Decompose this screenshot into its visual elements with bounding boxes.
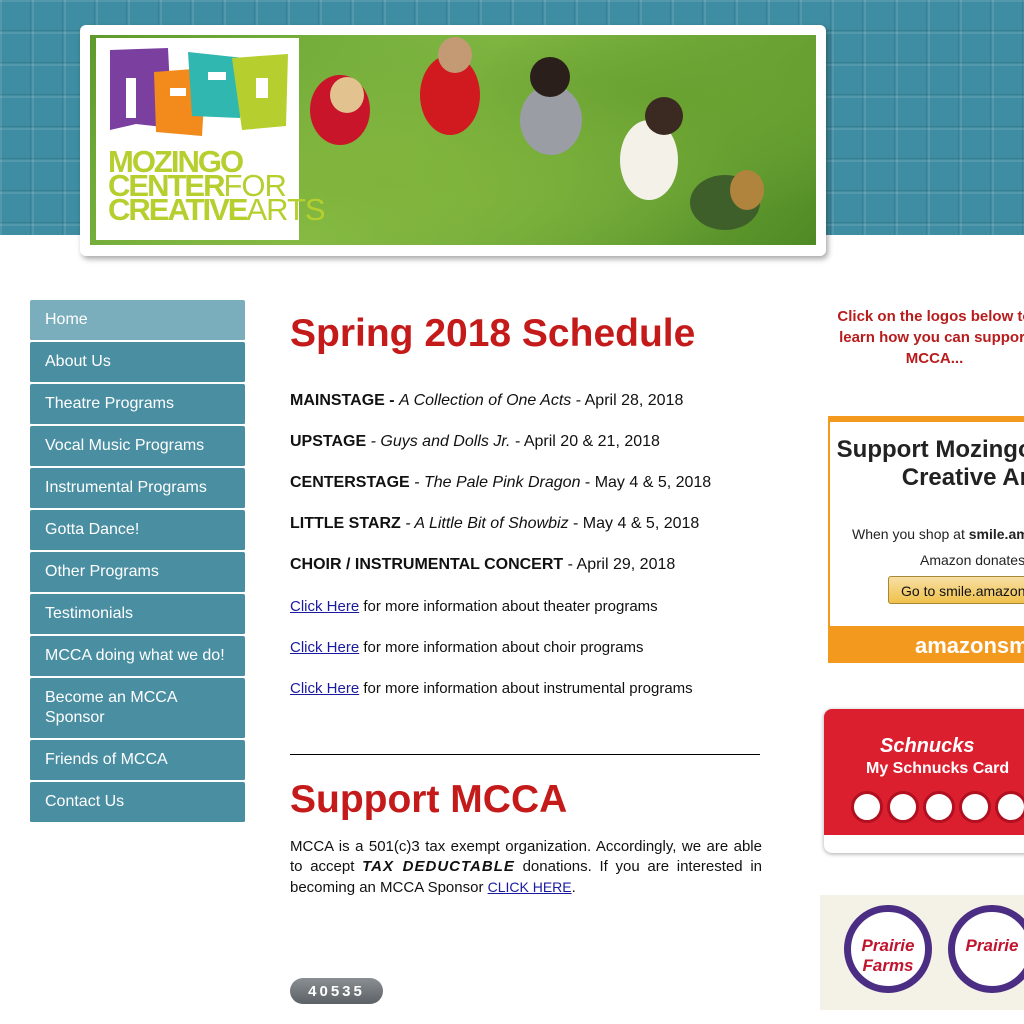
logo-line-3: CREATIVEARTS bbox=[108, 194, 326, 225]
amazon-sub-bold: smile.amazon.com, bbox=[968, 526, 1024, 542]
meat-icon bbox=[995, 791, 1024, 823]
amazon-banner-subtext-2: Amazon donates. bbox=[920, 552, 1024, 568]
info-line-choir: Click Here for more information about ch… bbox=[290, 639, 643, 656]
nav-item-become-sponsor[interactable]: Become an MCCA Sponsor bbox=[30, 678, 245, 739]
support-logos-note: Click on the logos below to learn how yo… bbox=[837, 308, 1024, 367]
prairie-farms-cap-icon: Prairie Farms bbox=[844, 905, 932, 993]
nav-item-other-programs[interactable]: Other Programs bbox=[30, 552, 245, 593]
mcca-logo-mark-icon bbox=[110, 48, 288, 136]
amazon-top-bar bbox=[830, 418, 1024, 422]
schedule-item-upstage: UPSTAGE - Guys and Dolls Jr. - April 20 … bbox=[290, 433, 660, 451]
amazon-smile-banner[interactable]: Support Mozingo Center Creative Arts Whe… bbox=[828, 416, 1024, 663]
nav-item-mcca-doing[interactable]: MCCA doing what we do! bbox=[30, 636, 245, 677]
schedule-label: LITTLE STARZ bbox=[290, 515, 401, 532]
info-text: for more information about choir program… bbox=[359, 639, 644, 656]
schedule-date: - May 4 & 5, 2018 bbox=[568, 515, 700, 532]
nav-item-gotta-dance[interactable]: Gotta Dance! bbox=[30, 510, 245, 551]
prairie-farms-cap-2-icon: Prairie bbox=[948, 905, 1024, 993]
info-text: for more information about instrumental … bbox=[359, 680, 693, 697]
schedule-label: MAINSTAGE - bbox=[290, 392, 395, 409]
prairie-farms-banner[interactable]: Prairie Farms Prairie bbox=[820, 895, 1024, 1010]
nav-item-vocal-music-programs[interactable]: Vocal Music Programs bbox=[30, 426, 245, 467]
nav-item-about-us[interactable]: About Us bbox=[30, 342, 245, 383]
schedule-item-centerstage: CENTERSTAGE - The Pale Pink Dragon - May… bbox=[290, 474, 711, 492]
support-title: Support MCCA bbox=[290, 778, 568, 821]
nav-item-home[interactable]: Home bbox=[30, 300, 245, 341]
amazon-banner-subtext: When you shop at smile.amazon.com, bbox=[852, 526, 1024, 542]
schnucks-card-label: My Schnucks Card bbox=[866, 760, 1010, 777]
visitor-counter: 40535 bbox=[290, 978, 383, 1004]
plate-icon bbox=[887, 791, 919, 823]
info-line-instrumental: Click Here for more information about in… bbox=[290, 680, 693, 697]
cheese-icon bbox=[851, 791, 883, 823]
schnucks-logo: Schnucks bbox=[880, 735, 975, 757]
schedule-show: - Guys and Dolls Jr. bbox=[366, 433, 511, 450]
schedule-show: - The Pale Pink Dragon bbox=[409, 474, 581, 491]
info-text: for more information about theater progr… bbox=[359, 598, 658, 615]
info-line-theater: Click Here for more information about th… bbox=[290, 598, 658, 615]
section-divider bbox=[290, 754, 760, 755]
schedule-title: Spring 2018 Schedule bbox=[290, 312, 696, 355]
schedule-date: - April 20 & 21, 2018 bbox=[510, 433, 660, 450]
theater-info-link[interactable]: Click Here bbox=[290, 598, 359, 615]
schedule-label: CENTERSTAGE bbox=[290, 474, 410, 491]
schedule-item-little-starz: LITTLE STARZ - A Little Bit of Showbiz -… bbox=[290, 515, 699, 533]
schedule-item-mainstage: MAINSTAGE - A Collection of One Acts - A… bbox=[290, 392, 683, 410]
nav-item-contact-us[interactable]: Contact Us bbox=[30, 782, 245, 823]
apple-icon bbox=[923, 791, 955, 823]
sidebar-nav: Home About Us Theatre Programs Vocal Mus… bbox=[30, 300, 245, 824]
schedule-date: - April 28, 2018 bbox=[571, 392, 684, 409]
schedule-show: - A Little Bit of Showbiz bbox=[400, 515, 569, 532]
mcca-logo[interactable]: MOZINGO CENTERFOR CREATIVEARTS bbox=[96, 38, 326, 240]
nav-item-theatre-programs[interactable]: Theatre Programs bbox=[30, 384, 245, 425]
schedule-item-choir-concert: CHOIR / INSTRUMENTAL CONCERT - April 29,… bbox=[290, 556, 675, 574]
support-end: . bbox=[571, 879, 576, 896]
choir-info-link[interactable]: Click Here bbox=[290, 639, 359, 656]
nav-item-friends-of-mcca[interactable]: Friends of MCCA bbox=[30, 740, 245, 781]
sponsor-click-here-link[interactable]: CLICK HERE bbox=[488, 879, 572, 895]
schedule-date: - April 29, 2018 bbox=[563, 556, 676, 573]
schedule-label: CHOIR / INSTRUMENTAL CONCERT bbox=[290, 556, 564, 573]
logo-line-3-bold: CREATIVE bbox=[108, 192, 248, 227]
amazon-sub-prefix: When you shop at bbox=[852, 526, 969, 542]
instrumental-info-link[interactable]: Click Here bbox=[290, 680, 359, 697]
prairie-farms-cap-2-text: Prairie bbox=[965, 936, 1019, 955]
schnucks-card-banner[interactable]: Schnucks My Schnucks Card bbox=[824, 709, 1024, 853]
schedule-label: UPSTAGE bbox=[290, 433, 367, 450]
schedule-show: A Collection of One Acts bbox=[399, 392, 572, 409]
logo-wordmark: MOZINGO CENTERFOR CREATIVEARTS bbox=[108, 146, 326, 225]
prairie-farms-cap-text: Prairie Farms bbox=[861, 936, 915, 975]
go-to-smile-amazon-button[interactable]: Go to smile.amazon.com bbox=[888, 576, 1024, 604]
schedule-date: - May 4 & 5, 2018 bbox=[580, 474, 712, 491]
amazon-banner-title: Support Mozingo Center Creative Arts bbox=[836, 436, 1024, 491]
amazon-smile-logo: amazonsmile bbox=[830, 626, 1024, 661]
nav-item-testimonials[interactable]: Testimonials bbox=[30, 594, 245, 635]
nav-item-instrumental-programs[interactable]: Instrumental Programs bbox=[30, 468, 245, 509]
support-paragraph: MCCA is a 501(c)3 tax exempt organizatio… bbox=[290, 837, 762, 898]
tax-deductable-text: TAX DEDUCTABLE bbox=[362, 858, 515, 875]
pretzel-icon bbox=[959, 791, 991, 823]
logo-line-3-thin: ARTS bbox=[246, 192, 325, 227]
